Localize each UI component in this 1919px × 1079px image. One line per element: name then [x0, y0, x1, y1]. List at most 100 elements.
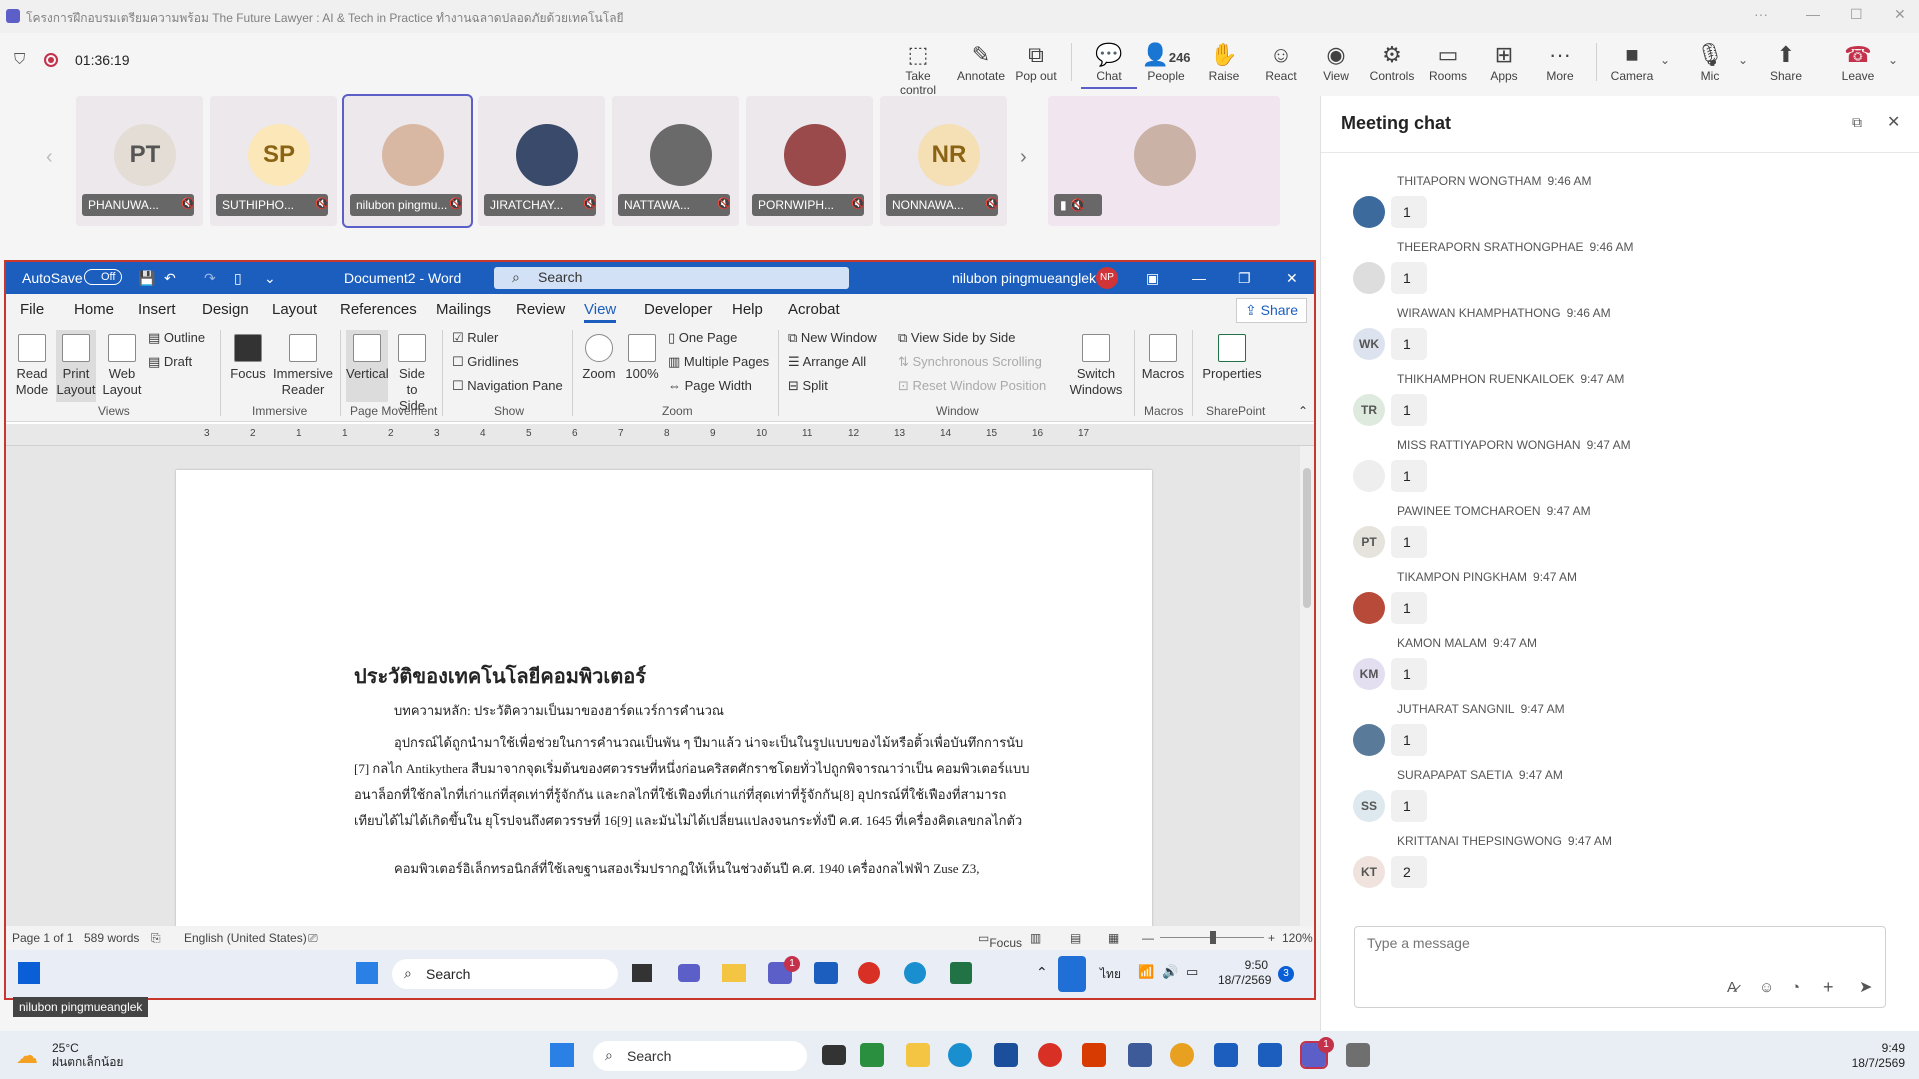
chat-app-icon[interactable]	[678, 964, 700, 982]
word-restore-icon[interactable]: ❐	[1238, 270, 1251, 287]
minimize-icon[interactable]: —	[1806, 6, 1820, 22]
participant-tile[interactable]: NR NONNAWA... 🔇	[880, 96, 1007, 226]
react-button[interactable]: ☺ React	[1253, 41, 1309, 83]
print-layout-button[interactable]: Print Layout	[56, 330, 96, 402]
chat-message[interactable]: WK WIRAWAN KHAMPHATHONG 9:46 AM 1	[1353, 306, 1853, 372]
compose-box[interactable]: A̷ ☺ ◔ + ➤	[1354, 926, 1886, 1008]
participant-tile-self[interactable]: ▮ 🔇	[1048, 96, 1280, 226]
take-control-button[interactable]: ⬚ Take control	[890, 41, 946, 97]
synchronous-scrolling-button[interactable]: ⇅ Synchronous Scrolling	[898, 354, 1042, 370]
taskbar-clock[interactable]: 9:49 18/7/2569	[1852, 1041, 1905, 1071]
format-icon[interactable]: A̷	[1727, 979, 1737, 996]
gallery-prev-icon[interactable]: ‹	[46, 146, 53, 169]
side-to-side-button[interactable]: Side to Side	[392, 334, 432, 414]
chat-message[interactable]: KT KRITTANAI THEPSINGWONG 9:47 AM 2	[1353, 834, 1853, 900]
immersive-reader-button[interactable]: Immersive Reader	[272, 334, 334, 398]
loop-icon[interactable]: ◔	[1791, 979, 1800, 996]
new-window-button[interactable]: ⧉ New Window	[788, 330, 877, 346]
input-language[interactable]: ไทย	[1100, 965, 1121, 984]
share-button[interactable]: ⬆ Share	[1758, 41, 1814, 83]
close-window-icon[interactable]: ✕	[1894, 6, 1906, 23]
mic-chevron-icon[interactable]: ⌄	[1738, 53, 1748, 67]
word-share-button[interactable]: ⇪ Share	[1236, 298, 1307, 323]
ribbon-tab-view[interactable]: View	[584, 301, 617, 323]
zoom-slider-thumb[interactable]	[1210, 931, 1216, 944]
draft-button[interactable]: ▤ Draft	[148, 354, 192, 370]
ribbon-tab-acrobat[interactable]: Acrobat	[788, 301, 840, 318]
controls-button[interactable]: ⚙ Controls	[1364, 41, 1420, 83]
ribbon-tab-review[interactable]: Review	[516, 301, 565, 318]
gallery-next-icon[interactable]: ›	[1020, 146, 1027, 169]
maximize-icon[interactable]: ☐	[1850, 6, 1863, 23]
ribbon-tab-design[interactable]: Design	[202, 301, 249, 318]
word-app-icon[interactable]	[1258, 1043, 1282, 1067]
file-explorer-icon[interactable]	[906, 1043, 930, 1067]
focus-mode-button[interactable]: ▭ Focus	[978, 931, 1022, 950]
vertical-scrollbar[interactable]	[1300, 446, 1314, 926]
start-icon[interactable]	[18, 962, 40, 984]
notification-count[interactable]: 3	[1278, 966, 1294, 982]
store-icon[interactable]	[994, 1043, 1018, 1067]
more-button[interactable]: ··· More	[1532, 41, 1588, 83]
leave-chevron-icon[interactable]: ⌄	[1888, 53, 1898, 67]
camera-chevron-icon[interactable]: ⌄	[1660, 53, 1670, 67]
raise-hand-button[interactable]: ✋ Raise	[1196, 41, 1252, 83]
calculator-icon[interactable]	[1214, 1043, 1238, 1067]
task-view-icon[interactable]	[822, 1045, 846, 1065]
wifi-icon[interactable]: 📶	[1138, 964, 1154, 980]
chrome-icon[interactable]	[858, 962, 880, 984]
pop-out-chat-icon[interactable]: ⧉	[1852, 114, 1862, 131]
ribbon-tab-insert[interactable]: Insert	[138, 301, 176, 318]
customize-qat-icon[interactable]: ⌄	[264, 270, 276, 287]
participant-tile[interactable]: PORNWIPH... 🔇	[746, 96, 873, 226]
edge-icon[interactable]	[904, 962, 926, 984]
new-doc-icon[interactable]: ▯	[234, 270, 242, 287]
chat-button[interactable]: 💬 Chat	[1081, 41, 1137, 89]
redo-icon[interactable]: ↷	[204, 270, 216, 287]
emoji-icon[interactable]: ☺	[1759, 979, 1774, 996]
battery-icon[interactable]: ▭	[1186, 964, 1198, 980]
task-view-icon[interactable]	[632, 964, 652, 982]
chat-message[interactable]: PT PAWINEE TOMCHAROEN 9:47 AM 1	[1353, 504, 1853, 570]
document-page[interactable]: ประวัติของเทคโนโลยีคอมพิวเตอร์ บทความหลั…	[176, 470, 1152, 940]
chat-message[interactable]: TIKAMPON PINGKHAM 9:47 AM 1	[1353, 570, 1853, 636]
camera-button[interactable]: ■ Camera	[1604, 41, 1660, 83]
switch-windows-button[interactable]: Switch Windows	[1066, 334, 1126, 398]
page-count[interactable]: Page 1 of 1	[12, 931, 73, 945]
participant-tile[interactable]: PT PHANUWA... 🔇	[76, 96, 203, 226]
taskbar-search-box[interactable]: ⌕ Search	[593, 1041, 807, 1071]
read-mode-status-icon[interactable]: ▥	[1030, 931, 1041, 945]
leave-button[interactable]: ☎ Leave	[1830, 41, 1886, 83]
page-width-button[interactable]: ⇔ Page Width	[668, 378, 752, 394]
windows-start-icon[interactable]	[550, 1043, 574, 1067]
collapse-ribbon-icon[interactable]: ⌃	[1298, 404, 1308, 418]
close-chat-icon[interactable]: ✕	[1887, 112, 1900, 132]
people-app-icon[interactable]	[1128, 1043, 1152, 1067]
split-button[interactable]: ⊟ Split	[788, 378, 828, 394]
word-close-icon[interactable]: ✕	[1286, 270, 1298, 287]
navigation-pane-checkbox[interactable]: ☐ Navigation Pane	[452, 378, 563, 394]
zoom-button[interactable]: Zoom	[580, 334, 618, 382]
m365-icon[interactable]	[860, 1043, 884, 1067]
pop-out-button[interactable]: ⧉ Pop out	[1008, 41, 1064, 83]
autosave-toggle[interactable]: Off	[84, 269, 123, 285]
participant-tile[interactable]: NATTAWA... 🔇	[612, 96, 739, 226]
chat-message[interactable]: JUTHARAT SANGNIL 9:47 AM 1	[1353, 702, 1853, 768]
view-side-by-side-button[interactable]: ⧉ View Side by Side	[898, 330, 1015, 346]
chat-message[interactable]: THEERAPORN SRATHONGPHAE 9:46 AM 1	[1353, 240, 1853, 306]
ribbon-tab-developer[interactable]: Developer	[644, 301, 712, 318]
ribbon-tab-home[interactable]: Home	[74, 301, 114, 318]
word-minimize-icon[interactable]: —	[1192, 270, 1206, 286]
participant-tile[interactable]: SP SUTHIPHO... 🔇	[210, 96, 337, 226]
zoom-in-icon[interactable]: +	[1268, 931, 1275, 945]
gridlines-checkbox[interactable]: ☐ Gridlines	[452, 354, 519, 370]
more-options-icon[interactable]: ···	[1754, 6, 1768, 22]
undo-icon[interactable]: ↶	[164, 270, 176, 287]
macros-button[interactable]: Macros	[1140, 334, 1186, 382]
print-layout-status-icon[interactable]: ▤	[1070, 931, 1081, 945]
zoom-level[interactable]: 120%	[1282, 931, 1313, 945]
people-button[interactable]: 👤246 People	[1138, 41, 1194, 83]
message-input[interactable]	[1367, 935, 1867, 951]
excel-icon[interactable]	[950, 962, 972, 984]
proofing-icon[interactable]: ⎘	[151, 931, 161, 946]
